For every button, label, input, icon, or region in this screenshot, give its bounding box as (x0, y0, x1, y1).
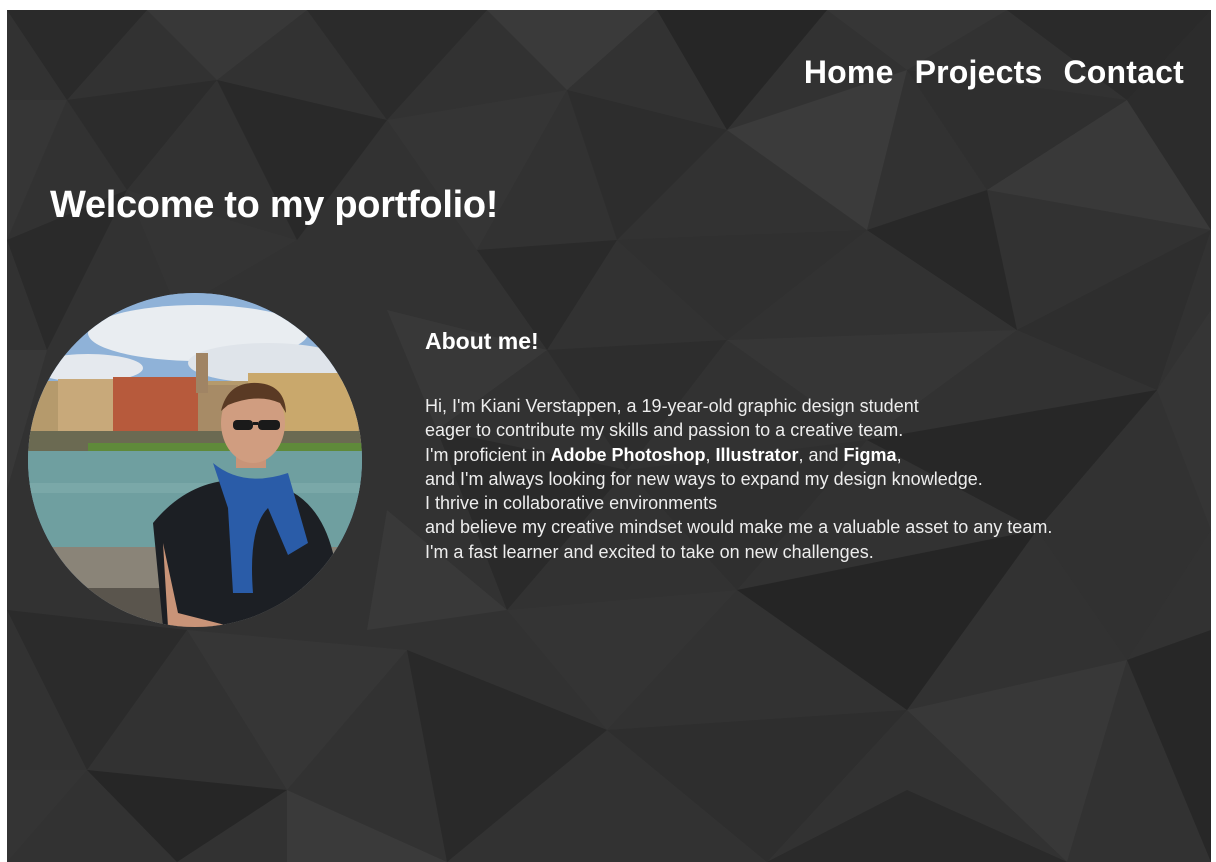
about-line: eager to contribute my skills and passio… (425, 420, 904, 441)
skill-figma: Figma (843, 444, 897, 465)
about-paragraph: Hi, I'm Kiani Verstappen, a 19-year-old … (425, 394, 1205, 564)
about-line: and believe my creative mindset would ma… (425, 517, 1053, 538)
about-heading: About me! (425, 328, 539, 354)
about-line-skills: I'm proficient in Adobe Photoshop, Illus… (425, 443, 1205, 467)
nav-link-home[interactable]: Home (804, 52, 894, 92)
nav-link-contact[interactable]: Contact (1063, 52, 1184, 92)
about-line: I'm a fast learner and excited to take o… (425, 541, 874, 562)
page-title: Welcome to my portfolio! (50, 184, 499, 226)
portfolio-page: Home Projects Contact Welcome to my port… (7, 10, 1211, 862)
about-line: I thrive in collaborative environments (425, 493, 718, 514)
about-text-fragment: , (896, 444, 902, 465)
about-text-fragment: , (705, 444, 716, 465)
skill-illustrator: Illustrator (715, 444, 799, 465)
about-text-fragment: I'm proficient in (425, 444, 551, 465)
about-line: and I'm always looking for new ways to e… (425, 468, 983, 489)
about-line: Hi, I'm Kiani Verstappen, a 19-year-old … (425, 396, 919, 416)
skill-photoshop: Adobe Photoshop (550, 444, 706, 465)
about-text-fragment: , and (798, 444, 844, 465)
profile-photo (28, 293, 362, 627)
nav-link-projects[interactable]: Projects (915, 52, 1043, 92)
main-nav: Home Projects Contact (804, 52, 1184, 92)
